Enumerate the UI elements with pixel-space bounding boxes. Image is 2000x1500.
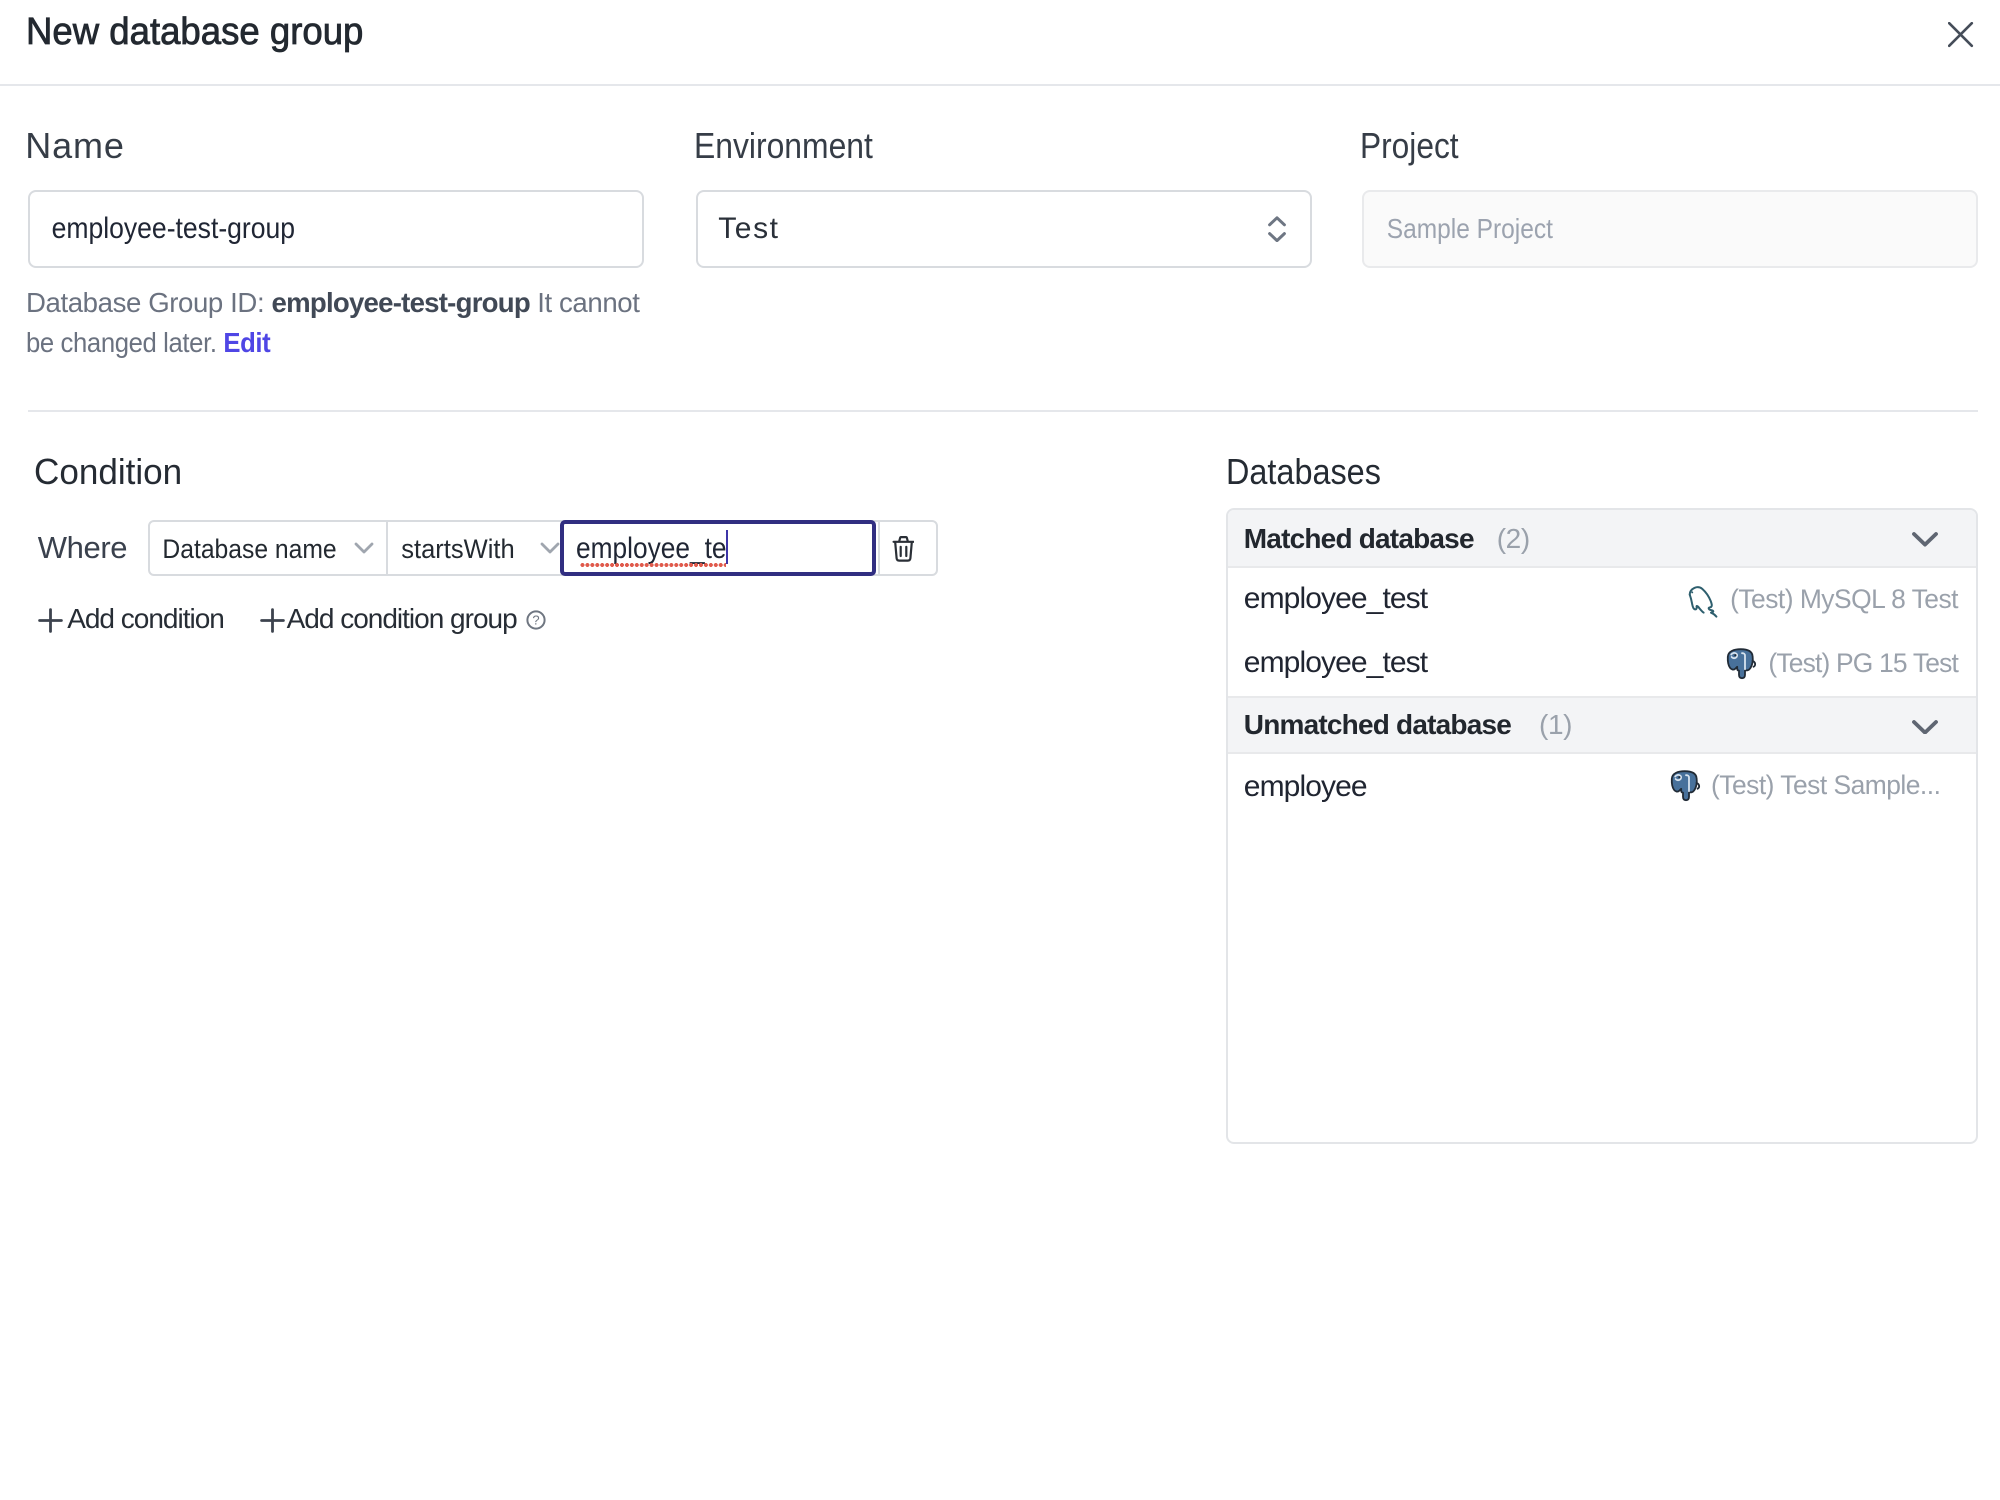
svg-text:?: ? (533, 613, 540, 628)
